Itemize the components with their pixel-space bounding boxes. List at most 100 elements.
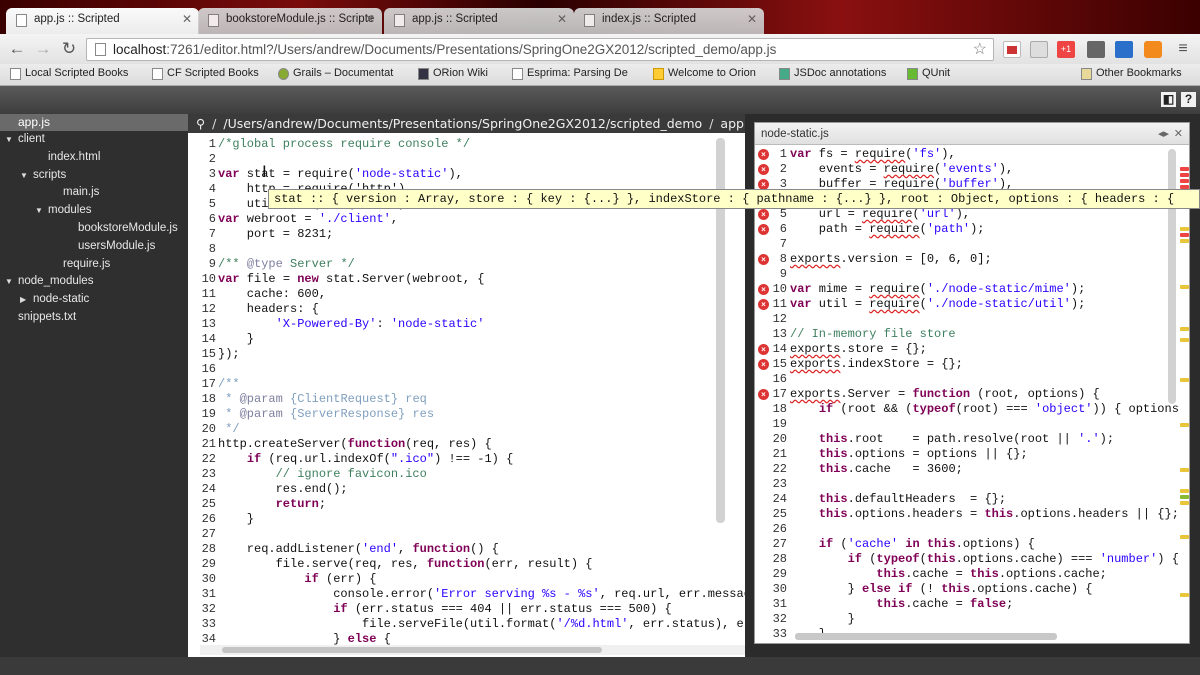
- error-marker-icon[interactable]: ×: [758, 284, 769, 295]
- overview-warning-marker[interactable]: [1180, 227, 1189, 231]
- code-line[interactable]: 6 path = require('path');: [755, 222, 985, 237]
- code-line[interactable]: 8: [188, 242, 218, 257]
- code-line[interactable]: 13 'X-Powered-By': 'node-static': [188, 317, 485, 332]
- overview-warning-marker[interactable]: [1180, 285, 1189, 289]
- error-marker-icon[interactable]: ×: [758, 359, 769, 370]
- side-horizontal-scrollbar[interactable]: [795, 633, 1057, 640]
- code-line[interactable]: 31 console.error('Error serving %s - %s'…: [188, 587, 745, 602]
- tree-item-require-js[interactable]: require.js: [0, 256, 188, 274]
- code-line[interactable]: 12 headers: {: [188, 302, 319, 317]
- main-code-editor[interactable]: 1/*global process require console */2 3 va…: [188, 133, 745, 657]
- code-line[interactable]: 7: [755, 237, 790, 252]
- error-marker-icon[interactable]: ×: [758, 164, 769, 175]
- code-line[interactable]: 27 if ('cache' in this.options) {: [755, 537, 1035, 552]
- code-line[interactable]: 11 cache: 600,: [188, 287, 326, 302]
- extension-icon[interactable]: [1087, 41, 1105, 58]
- code-line[interactable]: 2 events = require('events'),: [755, 162, 1013, 177]
- layout-toggle-icon[interactable]: ◧: [1161, 92, 1176, 107]
- overview-error-marker[interactable]: [1180, 179, 1189, 183]
- code-line[interactable]: 9/** @type Server */: [188, 257, 355, 272]
- expanded-arrow-icon[interactable]: ▼: [5, 131, 13, 149]
- code-line[interactable]: 23: [755, 477, 790, 492]
- close-tab-icon[interactable]: ✕: [747, 12, 757, 26]
- code-line[interactable]: 24 this.defaultHeaders = {};: [755, 492, 1006, 507]
- overview-error-marker[interactable]: [1180, 167, 1189, 171]
- code-line[interactable]: 32 }: [755, 612, 855, 627]
- code-line[interactable]: 16: [755, 372, 790, 387]
- code-line[interactable]: 30 } else if (! this.options.cache) {: [755, 582, 1093, 597]
- error-marker-icon[interactable]: ×: [758, 299, 769, 310]
- code-line[interactable]: 28 if (typeof(this.options.cache) === 'n…: [755, 552, 1179, 567]
- code-line[interactable]: 6 var webroot = './client',: [188, 212, 398, 227]
- code-line[interactable]: 11 var util = require('./node-static/util…: [755, 297, 1086, 312]
- code-line[interactable]: 26: [755, 522, 790, 537]
- code-line[interactable]: 12: [755, 312, 790, 327]
- back-icon[interactable]: ←: [6, 38, 28, 60]
- overview-warning-marker[interactable]: [1180, 501, 1189, 505]
- code-line[interactable]: 17/**: [188, 377, 240, 392]
- bookmark-item[interactable]: JSDoc annotations: [779, 67, 886, 80]
- editor-horizontal-scrollbar[interactable]: [200, 645, 745, 655]
- close-tab-icon[interactable]: ✕: [365, 12, 375, 26]
- bookmark-item[interactable]: CF Scripted Books: [152, 67, 259, 80]
- overview-warning-marker[interactable]: [1180, 489, 1189, 493]
- tree-item-node-static[interactable]: ▶ node-static: [0, 291, 188, 309]
- overview-warning-marker[interactable]: [1180, 378, 1189, 382]
- code-line[interactable]: 15});: [188, 347, 240, 362]
- browser-tab[interactable]: index.js :: Scripted ✕: [574, 8, 764, 34]
- browser-tab[interactable]: app.js :: Scripted ✕: [384, 8, 574, 34]
- code-line[interactable]: 27: [188, 527, 218, 542]
- code-line[interactable]: 18 if (root && (typeof(root) === 'object…: [755, 402, 1179, 417]
- tree-item-modules[interactable]: ▼ modules: [0, 202, 188, 220]
- side-vertical-scrollbar[interactable]: [1168, 149, 1176, 404]
- bookmark-item[interactable]: Grails – Documentat: [278, 67, 393, 80]
- code-line[interactable]: 2: [188, 152, 218, 167]
- overview-error-marker[interactable]: [1180, 173, 1189, 177]
- tree-item-main-js[interactable]: main.js: [0, 184, 188, 202]
- overview-warning-marker[interactable]: [1180, 535, 1189, 539]
- code-line[interactable]: 10 var mime = require('./node-static/mime…: [755, 282, 1086, 297]
- code-line[interactable]: 19 * @param {ServerResponse} res: [188, 407, 434, 422]
- extension-icon[interactable]: [1030, 41, 1048, 58]
- breadcrumb-path[interactable]: /Users/andrew/Documents/Presentations/Sp…: [220, 114, 705, 133]
- error-marker-icon[interactable]: ×: [758, 389, 769, 400]
- code-line[interactable]: 8 exports.version = [0, 6, 0];: [755, 252, 992, 267]
- help-icon[interactable]: ?: [1181, 92, 1196, 107]
- code-line[interactable]: 17 exports.Server = function (root, optio…: [755, 387, 1100, 402]
- breadcrumb-file[interactable]: app.js: [717, 114, 745, 133]
- menu-icon[interactable]: ≡: [1172, 38, 1194, 60]
- bookmark-item[interactable]: Welcome to Orion: [653, 67, 756, 80]
- code-line[interactable]: 22 this.cache = 3600;: [755, 462, 963, 477]
- address-bar[interactable]: localhost:7261/editor.html?/Users/andrew…: [86, 38, 994, 61]
- tree-item-node-modules[interactable]: ▼ node_modules: [0, 273, 188, 291]
- code-line[interactable]: 22 if (req.url.indexOf(".ico") !== -1) {: [188, 452, 514, 467]
- code-line[interactable]: 10 var file = new stat.Server(webroot, {: [188, 272, 485, 287]
- bookmark-star-icon[interactable]: ☆: [973, 39, 987, 60]
- code-line[interactable]: 29 file.serve(req, res, function(err, re…: [188, 557, 593, 572]
- tree-item-client[interactable]: ▼ client: [0, 131, 188, 149]
- rss-icon[interactable]: [1144, 41, 1162, 58]
- tree-item-index-html[interactable]: index.html: [0, 149, 188, 167]
- google-plus-icon[interactable]: +1: [1057, 41, 1075, 58]
- code-line[interactable]: 16: [188, 362, 218, 377]
- reload-icon[interactable]: ↻: [58, 38, 80, 60]
- code-line[interactable]: 20 */: [188, 422, 240, 437]
- code-line[interactable]: 1/*global process require console */: [188, 137, 470, 152]
- error-marker-icon[interactable]: ×: [758, 224, 769, 235]
- bookmark-item[interactable]: Esprima: Parsing De: [512, 67, 628, 80]
- code-line[interactable]: 7 port = 8231;: [188, 227, 333, 242]
- search-icon[interactable]: ⚲: [188, 114, 208, 133]
- code-line[interactable]: 21 this.options = options || {};: [755, 447, 1028, 462]
- expanded-arrow-icon[interactable]: ▼: [35, 202, 43, 220]
- scroll-thumb[interactable]: [222, 647, 602, 653]
- overview-warning-marker[interactable]: [1180, 593, 1189, 597]
- bookmark-item[interactable]: QUnit: [907, 67, 950, 80]
- code-line[interactable]: 14 exports.store = {};: [755, 342, 927, 357]
- error-marker-icon[interactable]: ×: [758, 344, 769, 355]
- overview-info-marker[interactable]: [1180, 495, 1189, 499]
- code-line[interactable]: 32 if (err.status === 404 || err.status …: [188, 602, 672, 617]
- code-line[interactable]: 31 this.cache = false;: [755, 597, 1014, 612]
- code-line[interactable]: 19: [755, 417, 790, 432]
- close-tab-icon[interactable]: ✕: [557, 12, 567, 26]
- code-line[interactable]: 26 }: [188, 512, 254, 527]
